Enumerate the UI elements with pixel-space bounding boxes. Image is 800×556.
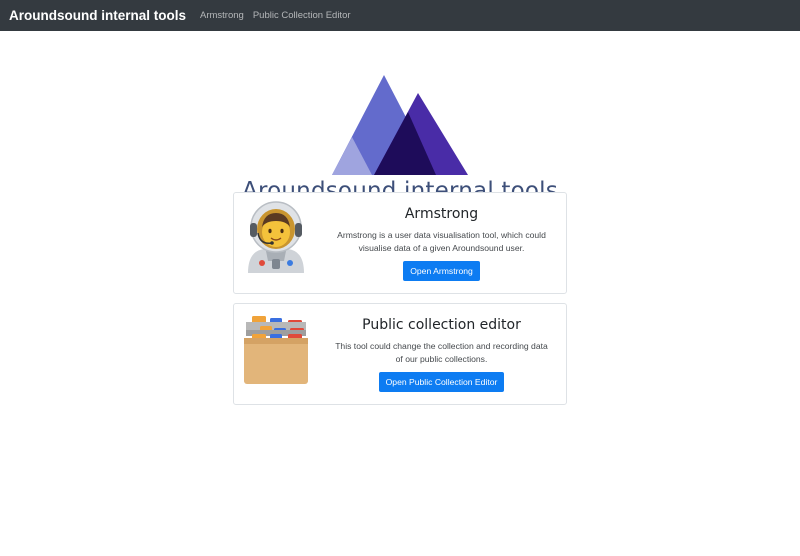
navbar-brand[interactable]: Aroundsound internal tools bbox=[9, 8, 186, 23]
armstrong-card-description: Armstrong is a user data visualisation t… bbox=[327, 229, 556, 254]
armstrong-card: Armstrong Armstrong is a user data visua… bbox=[233, 192, 567, 294]
armstrong-description-line-1: Armstrong is a user data visualisation t… bbox=[337, 230, 546, 240]
open-public-collection-editor-button[interactable]: Open Public Collection Editor bbox=[378, 372, 505, 392]
open-armstrong-button[interactable]: Open Armstrong bbox=[403, 261, 480, 281]
nav-link-public-collection-editor[interactable]: Public Collection Editor bbox=[253, 10, 351, 21]
top-navbar: Aroundsound internal tools Armstrong Pub… bbox=[0, 0, 800, 31]
armstrong-card-body: Armstrong Armstrong is a user data visua… bbox=[327, 193, 556, 281]
public-collection-editor-card-body: Public collection editor This tool could… bbox=[327, 304, 556, 392]
nav-link-armstrong[interactable]: Armstrong bbox=[200, 10, 244, 21]
armstrong-card-title: Armstrong bbox=[404, 206, 479, 222]
astronaut-icon bbox=[248, 201, 304, 273]
public-collection-editor-card-title: Public collection editor bbox=[362, 317, 521, 333]
public-collection-editor-card: Public collection editor This tool could… bbox=[233, 303, 567, 405]
card-file-box-icon bbox=[244, 316, 308, 384]
public-collection-editor-description-line-1: This tool could change the collection an… bbox=[335, 341, 548, 351]
triangle-mountains-logo bbox=[332, 75, 468, 175]
public-collection-editor-description-line-2: of our public collections. bbox=[395, 353, 488, 364]
public-collection-editor-card-description: This tool could change the collection an… bbox=[327, 340, 556, 365]
hero-section: Aroundsound internal tools bbox=[0, 31, 800, 211]
armstrong-description-line-2: visualise data of a given Aroundsound us… bbox=[358, 242, 525, 253]
